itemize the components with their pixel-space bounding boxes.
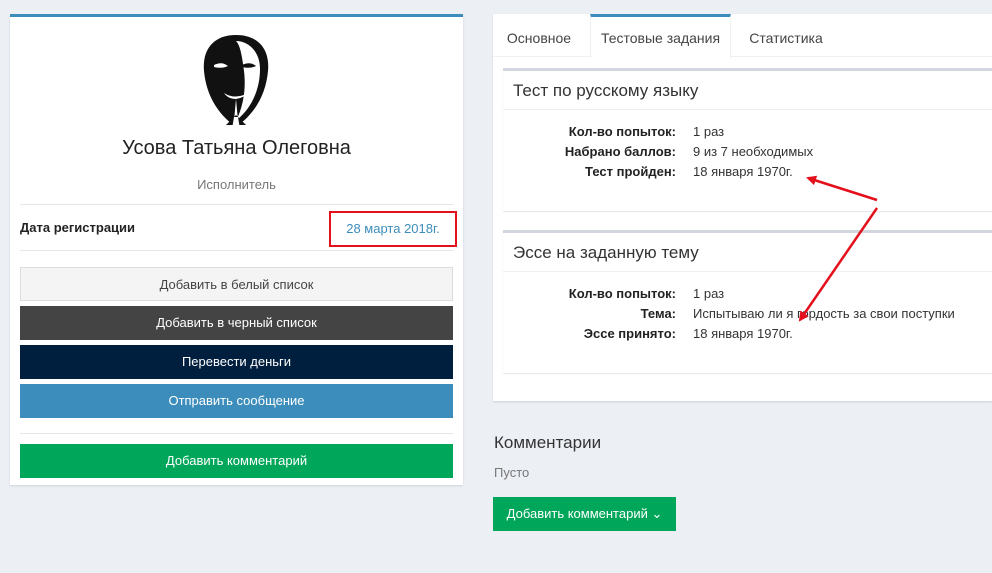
tabs-panel: Основное Тестовые задания Статистика Тес… xyxy=(493,14,992,401)
comments-title: Комментарии xyxy=(494,433,602,452)
row-label: Набрано баллов: xyxy=(564,144,676,159)
registration-row: Дата регистрации 28 марта 2018г. xyxy=(20,204,457,251)
task-row: Кол-во попыток: 1 раз xyxy=(503,286,992,306)
tab-test-tasks[interactable]: Тестовые задания xyxy=(590,14,731,58)
tab-statistics[interactable]: Статистика xyxy=(733,14,839,57)
task-card-russian-test: Тест по русскому языку Кол-во попыток: 1… xyxy=(503,68,992,211)
add-comment-dropdown-button[interactable]: Добавить комментарий ⌄ xyxy=(493,497,676,531)
profile-role: Исполнитель xyxy=(197,177,276,192)
row-value: Испытываю ли я гордость за свои поступки xyxy=(693,306,955,321)
tab-bar: Основное Тестовые задания Статистика xyxy=(493,14,992,58)
task-title: Эссе на заданную тему xyxy=(513,243,699,262)
profile-name: Усова Татьяна Олеговна xyxy=(122,137,351,159)
add-comment-button[interactable]: Добавить комментарий xyxy=(20,444,453,478)
task-card-essay: Эссе на заданную тему Кол-во попыток: 1 … xyxy=(503,230,992,373)
row-value: 18 января 1970г. xyxy=(693,326,793,341)
send-message-button[interactable]: Отправить сообщение xyxy=(20,384,453,418)
task-row: Тема: Испытываю ли я гордость за свои по… xyxy=(503,306,992,326)
add-to-whitelist-button[interactable]: Добавить в белый список xyxy=(20,267,453,301)
profile-card: Усова Татьяна Олеговна Исполнитель Дата … xyxy=(10,14,463,485)
task-row: Кол-во попыток: 1 раз xyxy=(503,124,992,144)
row-value: 18 января 1970г. xyxy=(693,164,793,179)
row-label: Тест пройден: xyxy=(585,164,676,179)
row-label: Кол-во попыток: xyxy=(568,286,676,301)
row-label: Тема: xyxy=(640,306,676,321)
registration-label: Дата регистрации xyxy=(20,220,136,235)
row-value: 9 из 7 необходимых xyxy=(693,144,814,159)
task-title: Тест по русскому языку xyxy=(513,81,699,100)
task-row: Эссе принято: 18 января 1970г. xyxy=(503,326,992,346)
task-row: Набрано баллов: 9 из 7 необходимых xyxy=(503,144,992,164)
tab-main[interactable]: Основное xyxy=(493,14,585,57)
task-row: Тест пройден: 18 января 1970г. xyxy=(503,164,992,184)
row-value: 1 раз xyxy=(693,286,725,301)
row-value: 1 раз xyxy=(693,124,725,139)
avatar xyxy=(203,35,269,129)
comments-empty-text: Пусто xyxy=(494,465,530,480)
transfer-money-button[interactable]: Перевести деньги xyxy=(20,345,453,379)
divider xyxy=(20,433,453,434)
registration-date: 28 марта 2018г. xyxy=(329,211,457,247)
row-label: Кол-во попыток: xyxy=(568,124,676,139)
add-to-blacklist-button[interactable]: Добавить в черный список xyxy=(20,306,453,340)
row-label: Эссе принято: xyxy=(583,326,676,341)
